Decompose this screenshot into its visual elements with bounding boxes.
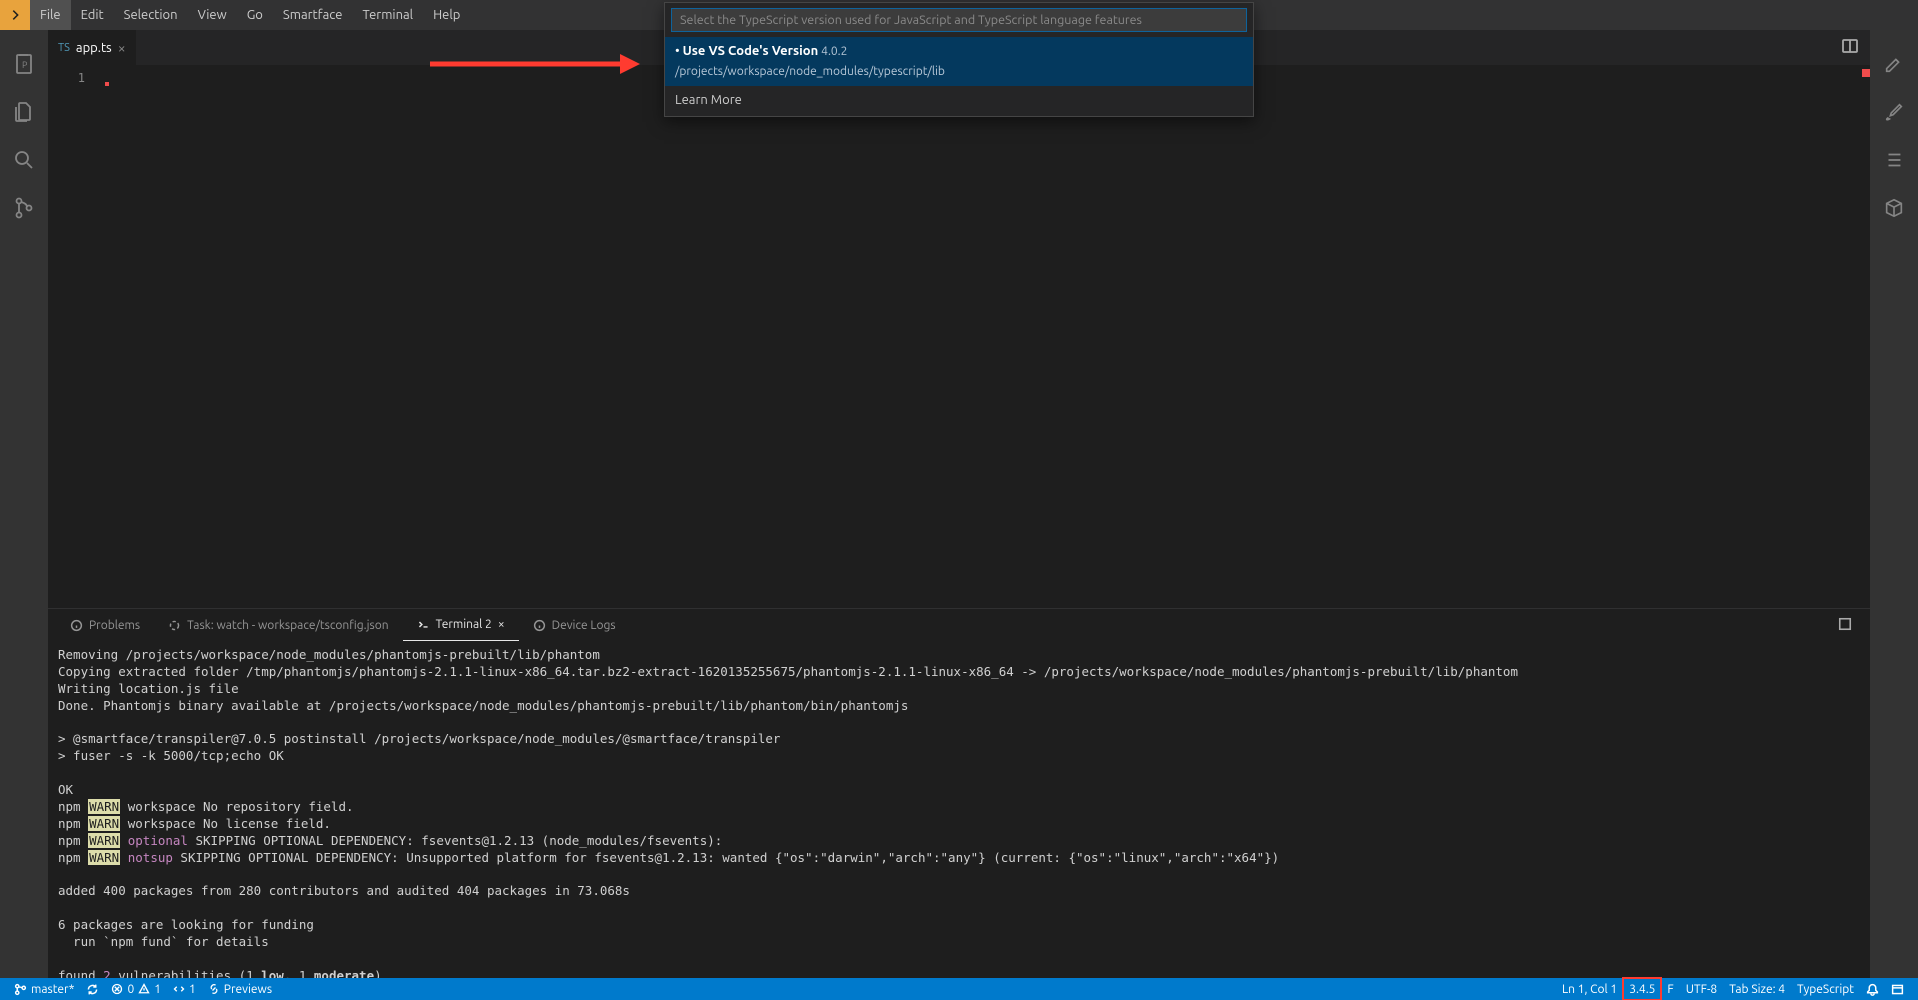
status-bell-icon[interactable] [1860, 978, 1885, 1000]
menu-terminal[interactable]: Terminal [352, 0, 423, 30]
info-icon [70, 619, 83, 632]
terminal-output[interactable]: Removing /projects/workspace/node_module… [48, 641, 1870, 978]
fork-icon [173, 983, 185, 995]
status-ports[interactable]: 1 [167, 978, 202, 1000]
sync-icon [86, 983, 99, 996]
right-sidebar [1870, 30, 1918, 978]
terminal-icon [417, 618, 430, 631]
menu-file[interactable]: File [30, 0, 71, 30]
menu-chevron-button[interactable] [0, 0, 30, 30]
quickpick-dropdown: Select the TypeScript version used for J… [664, 2, 1254, 117]
status-sync[interactable] [80, 978, 105, 1000]
info-icon [533, 619, 546, 632]
status-warnings-count: 1 [154, 983, 161, 996]
tab-close-icon[interactable]: × [118, 40, 126, 56]
right-package-icon[interactable] [1870, 184, 1918, 232]
status-errors-count: 0 [127, 983, 134, 996]
quickpick-option-label: Use VS Code's Version [683, 44, 819, 58]
error-squiggle-dot [105, 82, 109, 86]
quickpick-option-version: 4.0.2 [821, 45, 847, 58]
overview-error-mark [1862, 69, 1870, 77]
status-language[interactable]: TypeScript [1791, 978, 1860, 1000]
panel-tab-task-label: Task: watch - workspace/tsconfig.json [187, 619, 389, 632]
bottom-panel: Problems Task: watch - workspace/tsconfi… [48, 608, 1870, 978]
status-branch-label: master* [31, 983, 74, 996]
split-editor-icon[interactable] [1830, 38, 1870, 57]
panel-tab-terminal[interactable]: Terminal 2 × [403, 609, 519, 641]
panel-tab-terminal-label: Terminal 2 [436, 618, 492, 631]
panel-tab-device-logs[interactable]: Device Logs [519, 609, 630, 641]
status-tab-size[interactable]: Tab Size: 4 [1723, 978, 1791, 1000]
git-branch-icon [14, 983, 27, 996]
activity-search-icon[interactable] [0, 136, 48, 184]
quickpick-input[interactable]: Select the TypeScript version used for J… [671, 8, 1247, 32]
menu-help[interactable]: Help [423, 0, 470, 30]
overview-ruler[interactable] [1856, 65, 1870, 608]
activity-files-icon[interactable] [0, 88, 48, 136]
warning-icon [138, 983, 150, 995]
status-ln-col[interactable]: Ln 1, Col 1 [1556, 978, 1623, 1000]
editor-area[interactable]: 1 [48, 65, 1870, 608]
menu-smartface[interactable]: Smartface [273, 0, 353, 30]
status-branch[interactable]: master* [8, 978, 80, 1000]
status-encoding[interactable]: UTF-8 [1680, 978, 1723, 1000]
menu-go[interactable]: Go [237, 0, 273, 30]
quickpick-learn-more[interactable]: Learn More [665, 86, 1253, 116]
status-problems[interactable]: 0 1 [105, 978, 167, 1000]
error-icon [111, 983, 123, 995]
activity-bar: P [0, 30, 48, 978]
status-ts-version[interactable]: 3.4.5 [1623, 978, 1661, 1000]
panel-tab-problems[interactable]: Problems [56, 609, 154, 641]
editor-content[interactable] [103, 65, 1870, 608]
tab-filename: app.ts [76, 41, 112, 55]
panel-maximize-icon[interactable] [1828, 617, 1862, 634]
tab-app-ts[interactable]: TS app.ts × [48, 30, 137, 65]
activity-pages-icon[interactable]: P [0, 40, 48, 88]
svg-text:P: P [22, 60, 28, 70]
panel-tab-problems-label: Problems [89, 619, 140, 632]
typescript-file-icon: TS [58, 42, 70, 54]
editor-gutter: 1 [48, 65, 103, 608]
menu-selection[interactable]: Selection [114, 0, 188, 30]
menu-view[interactable]: View [188, 0, 237, 30]
quickpick-option-path: /projects/workspace/node_modules/typescr… [675, 65, 945, 78]
right-brush-icon[interactable] [1870, 88, 1918, 136]
status-indent[interactable]: F [1661, 978, 1679, 1000]
panel-tab-terminal-close-icon[interactable]: × [498, 618, 505, 631]
line-number-1: 1 [48, 71, 85, 85]
menu-edit[interactable]: Edit [71, 0, 114, 30]
status-layout-icon[interactable] [1885, 978, 1910, 1000]
annotation-red-arrow [430, 52, 640, 76]
statusbar: master* 0 1 1 Previews Ln 1, Col 1 3.4.5… [0, 978, 1918, 1000]
right-edit-icon[interactable] [1870, 40, 1918, 88]
panel-tab-device-logs-label: Device Logs [552, 619, 616, 632]
status-previews-label: Previews [224, 983, 272, 996]
main-column: TS app.ts × 1 P [48, 30, 1870, 978]
loading-icon [168, 619, 181, 632]
activity-source-control-icon[interactable] [0, 184, 48, 232]
panel-tab-task[interactable]: Task: watch - workspace/tsconfig.json [154, 609, 403, 641]
status-forks-count: 1 [189, 983, 196, 996]
right-list-icon[interactable] [1870, 136, 1918, 184]
panel-tabs: Problems Task: watch - workspace/tsconfi… [48, 609, 1870, 641]
quickpick-option-bullet: • [675, 44, 680, 58]
quickpick-option-vscode-version[interactable]: • Use VS Code's Version 4.0.2 /projects/… [665, 37, 1253, 86]
link-icon [208, 983, 220, 995]
status-previews[interactable]: Previews [202, 978, 278, 1000]
workbench: P TS app.ts × 1 [0, 30, 1918, 978]
